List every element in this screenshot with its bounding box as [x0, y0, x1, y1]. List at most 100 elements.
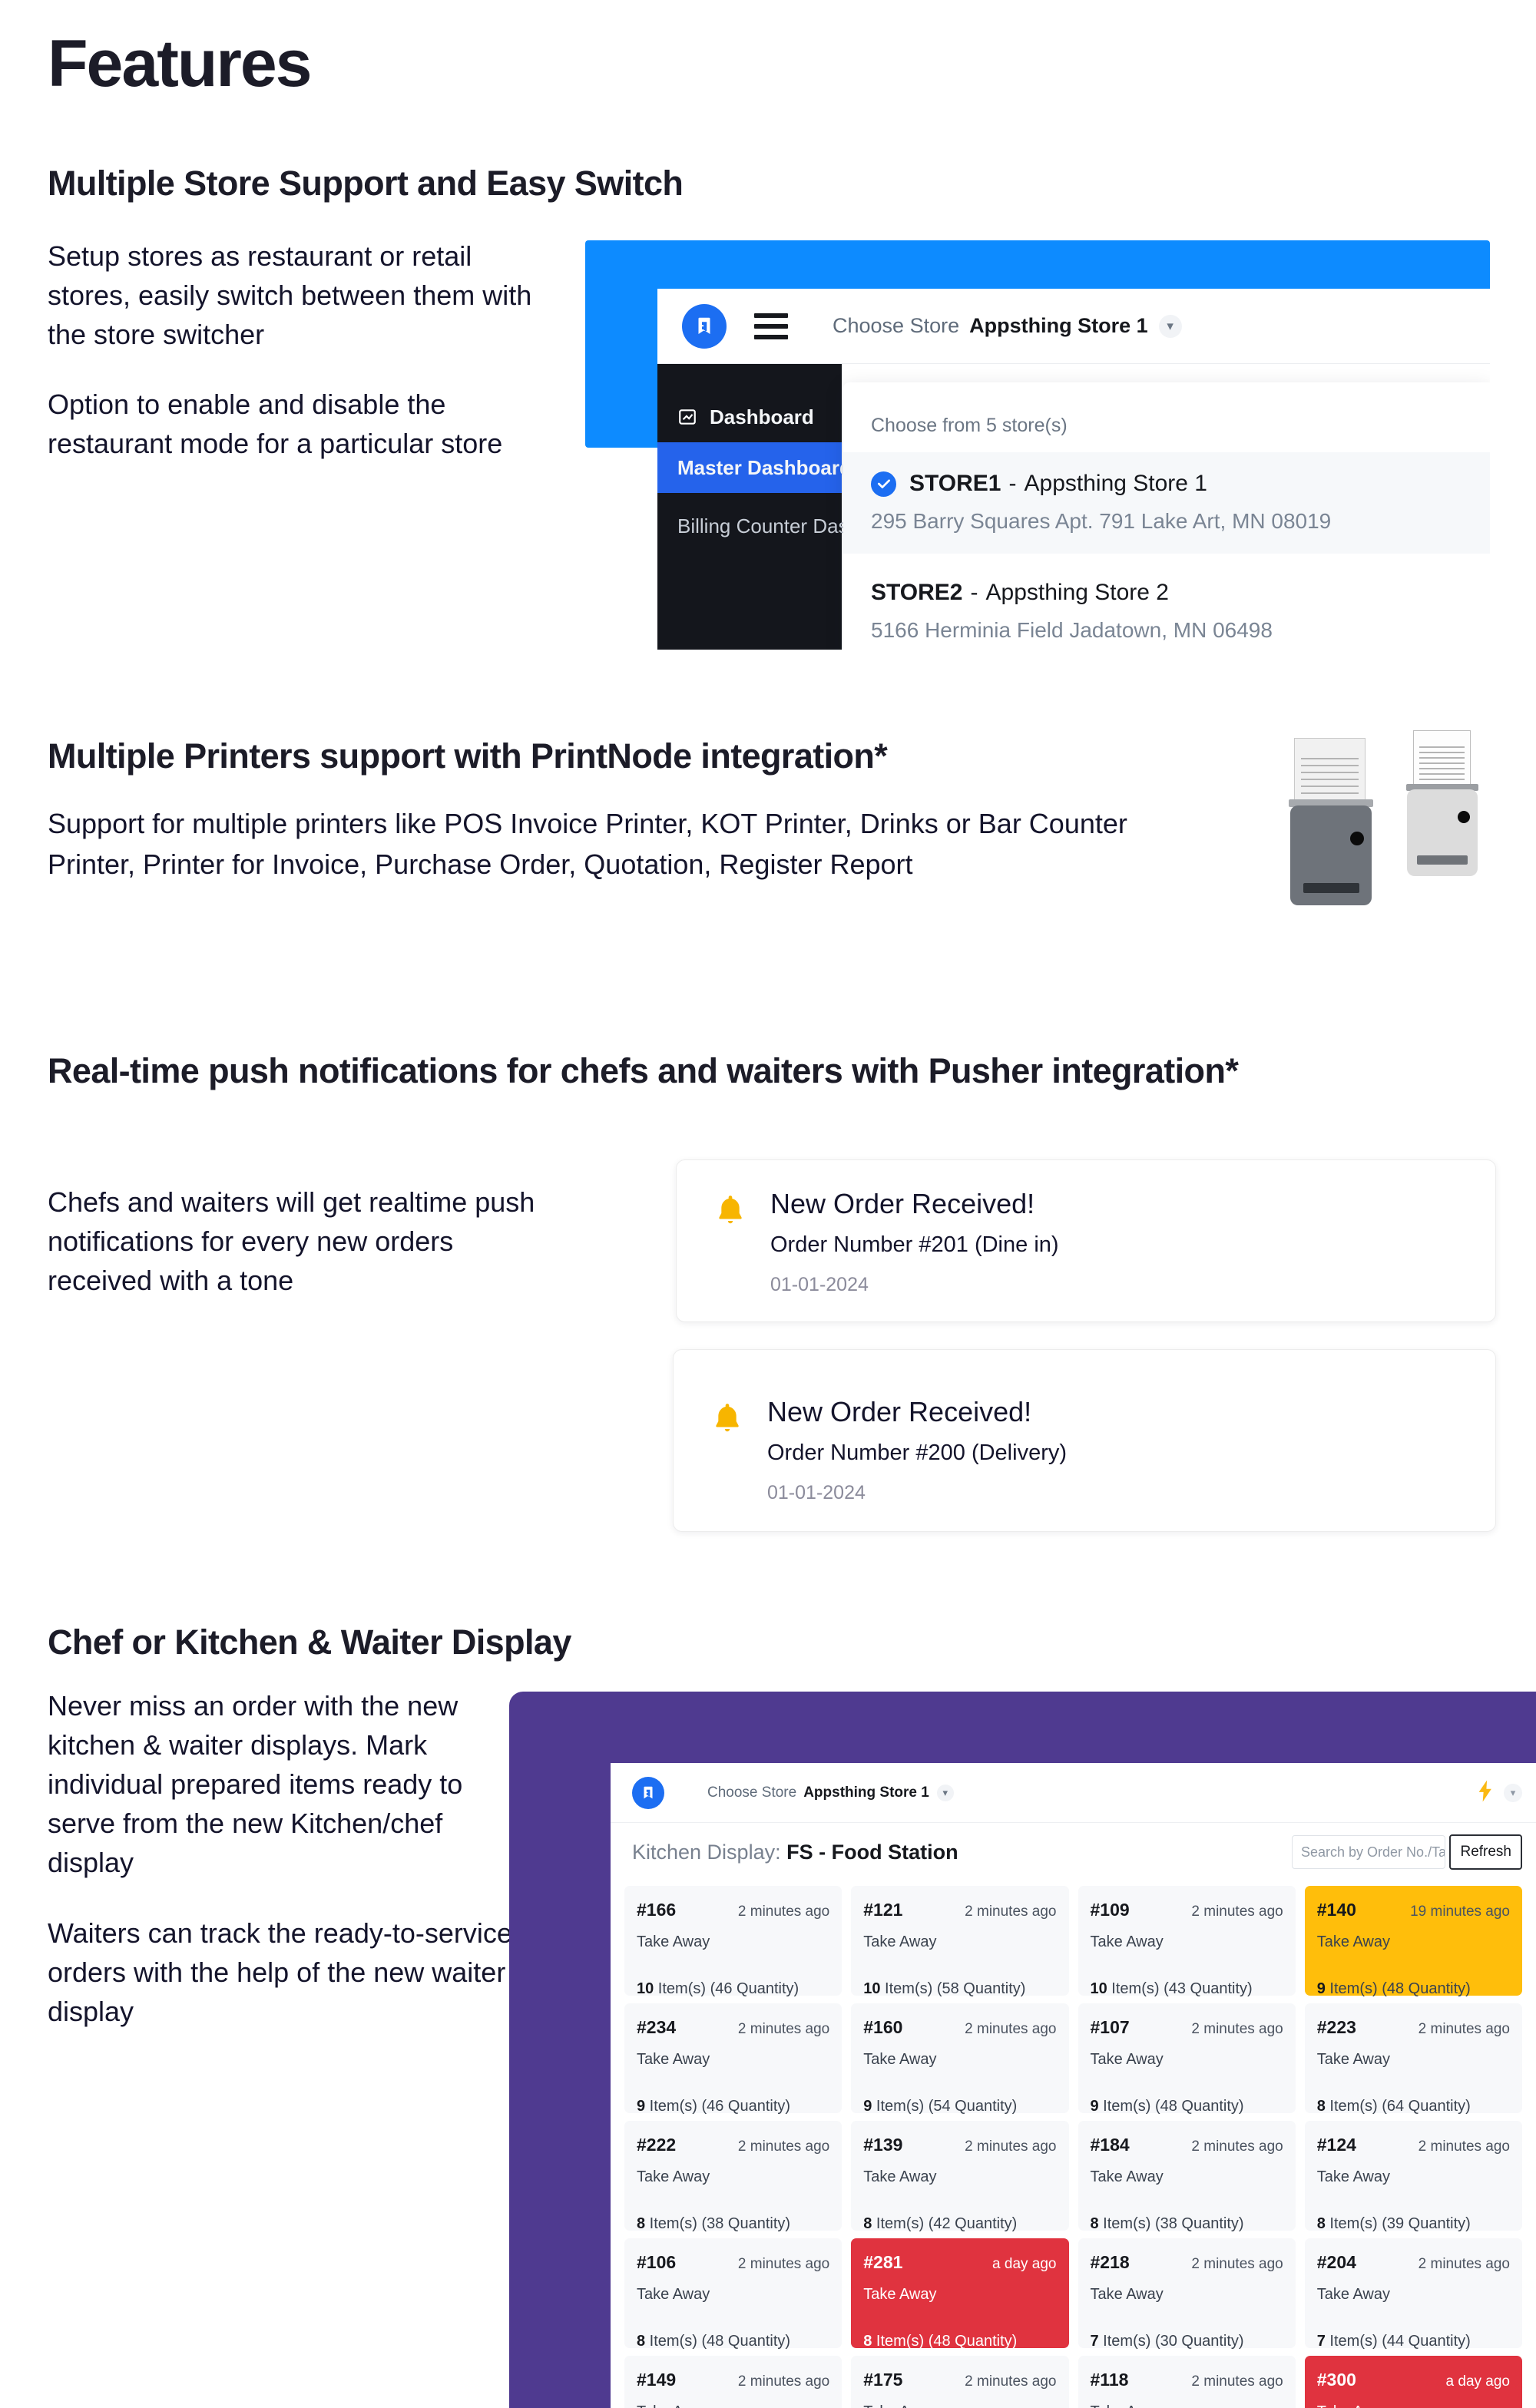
order-age: 2 minutes ago — [965, 2021, 1057, 2037]
chevron-down-icon[interactable]: ▾ — [936, 1784, 954, 1801]
order-number: #160 — [863, 2017, 903, 2037]
kitchen-order-card[interactable]: #149 2 minutes ago Take Away — [624, 2356, 842, 2408]
store-address: 5166 Herminia Field Jadatown, MN 06498 — [871, 618, 1273, 642]
refresh-button[interactable]: Refresh — [1449, 1834, 1522, 1870]
order-item-count: 10 — [637, 1980, 654, 1997]
order-type: Take Away — [1316, 1933, 1390, 1950]
kitchen-order-card[interactable]: #118 2 minutes ago Take Away — [1078, 2356, 1296, 2408]
order-type: Take Away — [863, 1933, 937, 1950]
order-type: Take Away — [1317, 2403, 1510, 2408]
order-age: 2 minutes ago — [1418, 2138, 1510, 2155]
bell-icon — [710, 1402, 744, 1441]
page-title: Features — [48, 27, 312, 101]
order-item-count: 8 — [637, 2333, 646, 2350]
sidebar-item-label: Master Dashboard — [677, 455, 852, 479]
kitchen-order-card[interactable]: #300 a day ago Take Away — [1304, 2356, 1522, 2408]
dropdown-store-option-1[interactable]: STORE1 - Appsthing Store 1 295 Barry Squ… — [843, 452, 1490, 554]
kitchen-order-card[interactable]: #234 2 minutes ago Take Away 9 Item(s) (46 … — [624, 2003, 842, 2115]
section-store-body: Setup stores as restaurant or retail sto… — [48, 237, 554, 464]
order-card-header: #149 2 minutes ago — [637, 2370, 829, 2390]
order-items-summary: 9 Item(s) (54 Quantity) — [863, 2098, 1018, 2115]
order-age: 2 minutes ago — [965, 2373, 1057, 2390]
lightning-bolt-icon[interactable] — [1477, 1780, 1494, 1805]
order-age: a day ago — [992, 2256, 1057, 2272]
choose-store-value[interactable]: Appsthing Store 1 — [803, 1784, 929, 1801]
kitchen-order-card[interactable]: #218 2 minutes ago Take Away 7 Item(s) (30 … — [1078, 2238, 1296, 2350]
order-number: #118 — [1090, 2370, 1129, 2390]
order-card-header: #300 a day ago — [1317, 2370, 1510, 2390]
order-age: 2 minutes ago — [1191, 2021, 1283, 2037]
store-switcher-dropdown: Choose from 5 store(s) STORE1 - Appsthin… — [843, 382, 1490, 650]
notification-card[interactable]: New Order Received! Order Number #200 (D… — [673, 1349, 1496, 1532]
kitchen-order-card[interactable]: #106 2 minutes ago Take Away 8 Item(s) (48 … — [624, 2238, 842, 2350]
order-item-count: 9 — [637, 2098, 646, 2115]
order-number: #149 — [637, 2370, 677, 2390]
kitchen-order-card[interactable]: #139 2 minutes ago Take Away 8 Item(s) (42 … — [851, 2121, 1069, 2232]
choose-store-value[interactable]: Appsthing Store 1 — [969, 314, 1148, 338]
kitchen-order-card[interactable]: #204 2 minutes ago Take Away 7 Item(s) (44 … — [1304, 2238, 1522, 2350]
order-type: Take Away — [637, 2168, 710, 2185]
kitchen-order-card[interactable]: #223 2 minutes ago Take Away 8 Item(s) (64 … — [1304, 2003, 1522, 2115]
order-card-header: #160 2 minutes ago — [863, 2017, 1056, 2038]
choose-store-label: Choose Store — [707, 1784, 797, 1801]
bell-icon — [713, 1194, 747, 1233]
order-card-header: #109 2 minutes ago — [1091, 1900, 1283, 1920]
search-input[interactable]: Search by Order No./Table No. — [1292, 1835, 1445, 1869]
store-separator: - — [1008, 471, 1017, 496]
kitchen-order-card[interactable]: #166 2 minutes ago Take Away 10 Item(s) (46… — [624, 1886, 842, 1997]
order-card-header: #234 2 minutes ago — [637, 2017, 829, 2038]
kitchen-order-card[interactable]: #109 2 minutes ago Take Away 10 Item(s) (43… — [1078, 1886, 1296, 1997]
order-age: 2 minutes ago — [737, 2021, 830, 2037]
order-number: #234 — [637, 2017, 677, 2037]
order-type: Take Away — [863, 2403, 1056, 2408]
store-code: STORE1 — [909, 471, 1001, 496]
order-number: #175 — [863, 2370, 903, 2390]
kitchen-order-card[interactable]: #121 2 minutes ago Take Away 10 Item(s) (58… — [851, 1886, 1069, 1997]
chevron-down-icon[interactable]: ▾ — [1158, 314, 1182, 338]
notification-date: 01-01-2024 — [767, 1482, 866, 1503]
order-item-count: 8 — [1316, 2215, 1326, 2232]
order-type: Take Away — [637, 2286, 710, 2303]
order-items-summary: 8 Item(s) (39 Quantity) — [1316, 2215, 1471, 2232]
app-sidebar: Dashboard Master Dashboard Billing Count… — [657, 364, 911, 650]
order-card-header: #139 2 minutes ago — [863, 2135, 1056, 2155]
kitchen-order-card[interactable]: #124 2 minutes ago Take Away 8 Item(s) (39 … — [1304, 2121, 1522, 2232]
sidebar-item-master-dashboard[interactable]: Master Dashboard — [657, 442, 852, 493]
dropdown-hint: Choose from 5 store(s) — [871, 415, 1068, 436]
kitchen-order-card[interactable]: #222 2 minutes ago Take Away 8 Item(s) (38 … — [624, 2121, 842, 2232]
kitchen-order-card[interactable]: #184 2 minutes ago Take Away 8 Item(s) (38 … — [1078, 2121, 1296, 2232]
section-kitchen-body: Never miss an order with the new kitchen… — [48, 1686, 516, 2031]
order-number: #107 — [1090, 2017, 1130, 2037]
notification-date: 01-01-2024 — [770, 1274, 869, 1295]
kitchen-display-app: Choose Store Appsthing Store 1 ▾ ▾ Kitch… — [611, 1763, 1536, 2408]
printers-illustration — [1263, 730, 1517, 964]
order-item-count: 9 — [1316, 1980, 1326, 1997]
section-heading-kitchen-display: Chef or Kitchen & Waiter Display — [48, 1622, 571, 1662]
kitchen-order-card[interactable]: #140 19 minutes ago Take Away 9 Item(s) (48… — [1304, 1886, 1522, 1997]
store-name: Appsthing Store 1 — [1024, 471, 1208, 496]
dropdown-store-title: STORE2 - Appsthing Store 2 — [871, 580, 1462, 606]
store-name: Appsthing Store 2 — [985, 580, 1170, 605]
order-card-header: #223 2 minutes ago — [1317, 2017, 1510, 2038]
notification-subtitle: Order Number #201 (Dine in) — [770, 1232, 1059, 1257]
kitchen-order-card[interactable]: #281 a day ago Take Away 8 Item(s) (48 Quan… — [851, 2238, 1069, 2350]
order-items-summary: 10 Item(s) (46 Quantity) — [637, 1980, 799, 1997]
dropdown-store-option-2[interactable]: STORE2 - Appsthing Store 2 5166 Herminia… — [843, 554, 1490, 650]
sidebar-item-billing-counter-dashboard[interactable]: Billing Counter Dashboard — [657, 501, 911, 551]
order-type: Take Away — [1316, 2168, 1390, 2185]
kitchen-order-card[interactable]: #175 2 minutes ago Take Away — [851, 2356, 1069, 2408]
order-number: #106 — [637, 2252, 677, 2272]
order-items-summary: 8 Item(s) (38 Quantity) — [637, 2215, 791, 2232]
chevron-down-icon[interactable]: ▾ — [1504, 1783, 1522, 1802]
order-card-header: #175 2 minutes ago — [863, 2370, 1056, 2390]
sidebar-item-dashboard[interactable]: Dashboard — [657, 392, 842, 442]
kitchen-order-card[interactable]: #107 2 minutes ago Take Away 9 Item(s) (48 … — [1078, 2003, 1296, 2115]
kitchen-order-card[interactable]: #160 2 minutes ago Take Away 9 Item(s) (54 … — [851, 2003, 1069, 2115]
notification-card[interactable]: New Order Received! Order Number #201 (D… — [676, 1159, 1496, 1322]
notification-title: New Order Received! — [770, 1188, 1035, 1219]
notification-subtitle: Order Number #200 (Delivery) — [767, 1440, 1068, 1465]
order-number: #218 — [1090, 2252, 1130, 2272]
order-card-header: #166 2 minutes ago — [637, 1900, 829, 1920]
menu-hamburger-icon[interactable] — [754, 313, 788, 339]
order-items-summary: 10 Item(s) (58 Quantity) — [863, 1980, 1026, 1997]
